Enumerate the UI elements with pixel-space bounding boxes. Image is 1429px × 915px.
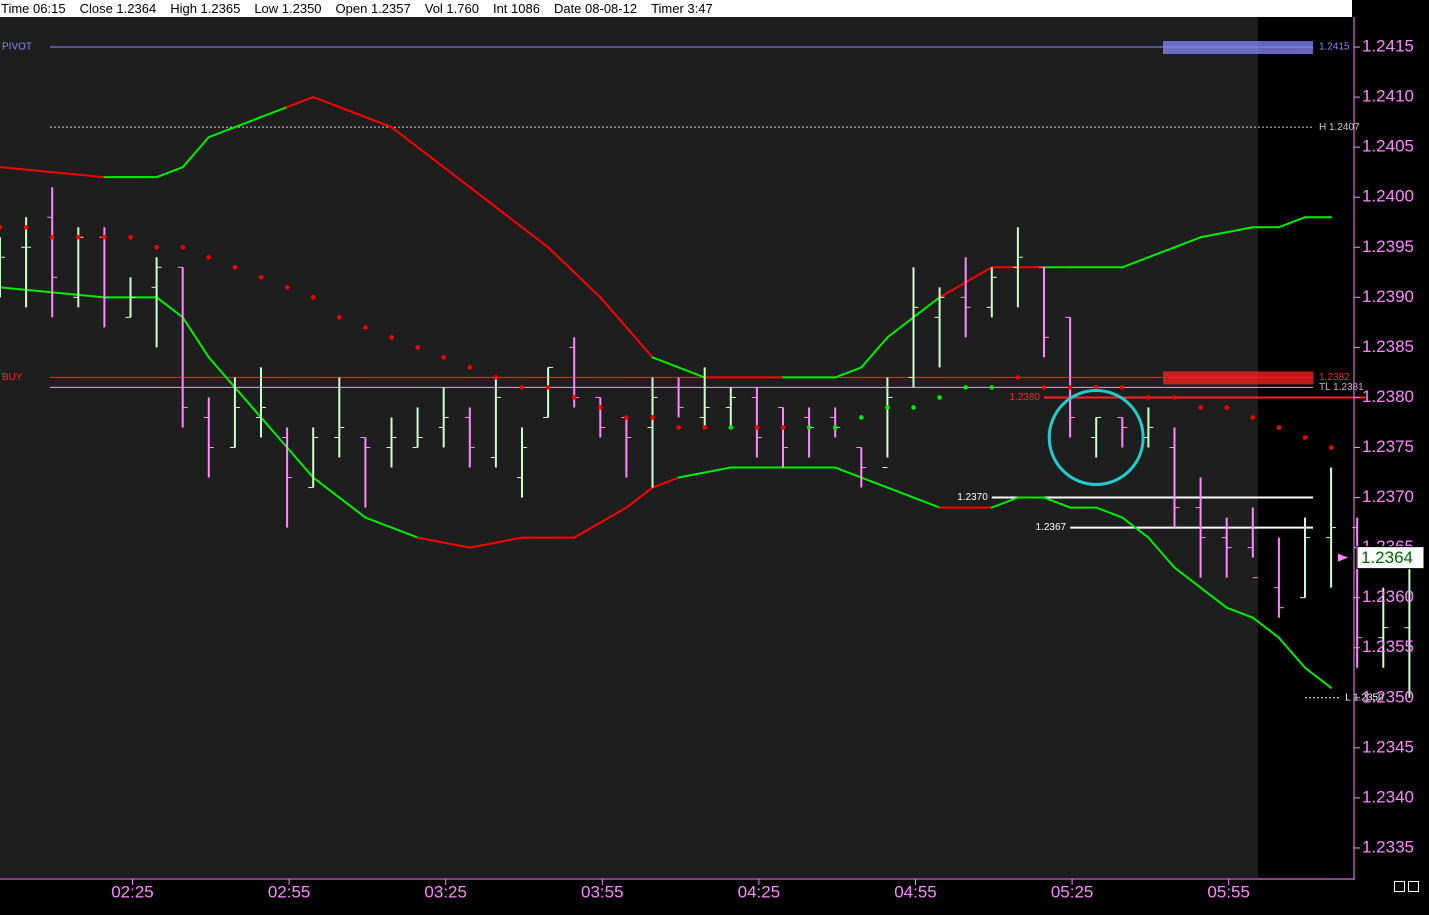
level-highlight-buy xyxy=(1163,371,1313,385)
psar-dot xyxy=(859,415,864,420)
psar-dot xyxy=(206,254,212,260)
psar-dot xyxy=(1250,415,1256,420)
psar-dot xyxy=(911,405,916,410)
psar-dot xyxy=(1015,375,1021,380)
psar-dot xyxy=(832,425,838,430)
x-tick-label: 03:55 xyxy=(581,882,624,901)
x-tick-label: 03:25 xyxy=(424,882,467,901)
psar-dot xyxy=(310,295,316,300)
psar-dot xyxy=(180,244,185,250)
price-chart[interactable]: PIVOT 1.2415H 1.2407BUY 1.2382TL 1.23811.2… xyxy=(0,0,1429,915)
psar-dot xyxy=(702,425,707,430)
psar-dot xyxy=(76,234,81,240)
psar-dot xyxy=(337,315,342,320)
psar-dot xyxy=(1041,385,1047,390)
psar-dot xyxy=(232,264,238,270)
psar-dot xyxy=(963,385,968,390)
psar-dot xyxy=(1146,395,1151,400)
minimize-icon[interactable] xyxy=(1394,881,1405,892)
y-tick-label: 1.2360 xyxy=(1362,587,1414,606)
level-label-w1370: 1.2370 xyxy=(957,492,988,503)
psar-dot xyxy=(441,355,447,360)
maximize-icon[interactable] xyxy=(1408,881,1419,892)
last-price-label: 1.2364 xyxy=(1361,548,1413,567)
psar-dot xyxy=(571,395,577,400)
level-value-tl: TL 1.2381 xyxy=(1319,382,1364,393)
psar-dot xyxy=(102,234,107,240)
x-tick-label: 05:55 xyxy=(1207,882,1250,901)
y-tick-label: 1.2405 xyxy=(1362,137,1414,156)
psar-dot xyxy=(493,375,499,380)
y-tick-label: 1.2380 xyxy=(1362,387,1414,406)
psar-dot xyxy=(650,415,655,420)
y-tick-label: 1.2400 xyxy=(1362,187,1414,206)
psar-dot xyxy=(728,425,734,430)
psar-dot xyxy=(1328,445,1334,450)
psar-dot xyxy=(780,425,786,430)
level-label-buy: BUY xyxy=(2,372,23,383)
y-tick-label: 1.2375 xyxy=(1362,437,1414,456)
psar-dot xyxy=(467,365,473,370)
psar-dot xyxy=(545,385,551,390)
level-label-r1380: 1.2380 xyxy=(1009,392,1040,403)
x-tick-label: 04:55 xyxy=(894,882,937,901)
x-tick-label: 05:25 xyxy=(1051,882,1094,901)
x-tick-label: 02:55 xyxy=(268,882,311,901)
level-highlight-pivot xyxy=(1163,41,1313,55)
psar-dot xyxy=(1224,405,1229,410)
psar-dot xyxy=(1120,385,1125,390)
y-tick-label: 1.2355 xyxy=(1362,637,1414,656)
psar-dot xyxy=(389,335,394,340)
y-tick-label: 1.2350 xyxy=(1362,687,1414,706)
psar-dot xyxy=(598,405,603,410)
chart-window: Time 06:15 Close 1.2364 High 1.2365 Low 1.2… xyxy=(0,0,1429,915)
psar-dot xyxy=(1172,395,1177,400)
x-tick-label: 04:25 xyxy=(738,882,781,901)
psar-dot xyxy=(1067,385,1073,390)
y-tick-label: 1.2335 xyxy=(1362,837,1414,856)
y-tick-label: 1.2415 xyxy=(1362,37,1414,56)
psar-dot xyxy=(519,385,525,390)
y-tick-label: 1.2410 xyxy=(1362,87,1414,106)
psar-dot xyxy=(49,234,55,240)
level-value-pivot: 1.2415 xyxy=(1319,42,1350,53)
psar-dot xyxy=(676,425,681,430)
psar-dot xyxy=(624,415,629,420)
plot-area xyxy=(0,17,1258,878)
level-label-w1367: 1.2367 xyxy=(1036,522,1067,533)
psar-dot xyxy=(258,275,264,280)
psar-dot xyxy=(989,385,995,390)
psar-dot xyxy=(128,234,133,240)
y-tick-label: 1.2395 xyxy=(1362,237,1414,256)
psar-dot xyxy=(23,224,29,230)
y-tick-label: 1.2340 xyxy=(1362,787,1414,806)
psar-dot xyxy=(363,325,368,330)
psar-dot xyxy=(1302,435,1308,440)
y-tick-label: 1.2390 xyxy=(1362,287,1414,306)
psar-dot xyxy=(154,244,159,250)
y-tick-label: 1.2370 xyxy=(1362,487,1414,506)
psar-dot xyxy=(284,285,290,290)
y-tick-label: 1.2345 xyxy=(1362,737,1414,756)
psar-dot xyxy=(806,425,812,430)
psar-dot xyxy=(1276,425,1282,430)
psar-dot xyxy=(415,345,420,350)
psar-dot xyxy=(754,425,760,430)
y-tick-label: 1.2385 xyxy=(1362,337,1414,356)
psar-dot xyxy=(885,405,890,410)
psar-dot xyxy=(1198,405,1203,410)
level-label-pivot: PIVOT xyxy=(2,42,32,53)
future-zone xyxy=(1258,17,1352,878)
x-tick-label: 02:25 xyxy=(111,882,154,901)
psar-dot xyxy=(937,395,942,400)
